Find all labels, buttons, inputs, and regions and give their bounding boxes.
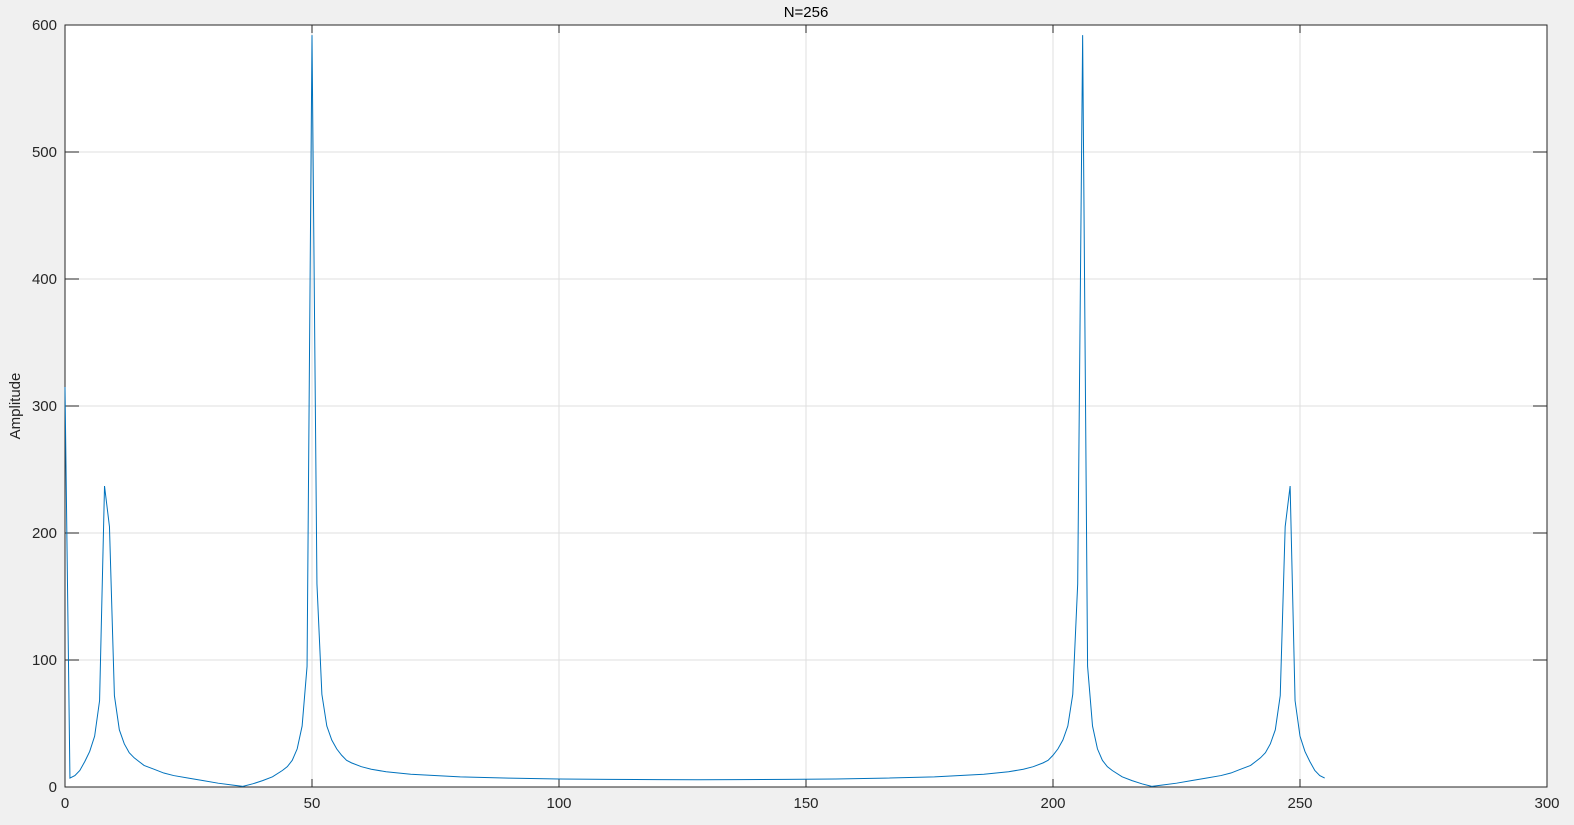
y-axis-label: Amplitude <box>7 373 24 440</box>
y-tick-label: 500 <box>32 144 57 161</box>
amplitude-line-chart: 0 50 100 150 200 250 300 0 100 200 300 400 500 600 N… <box>7 4 1560 812</box>
y-axis-tick-labels: 0 100 200 300 400 500 600 <box>32 17 57 796</box>
x-tick-label: 50 <box>304 795 321 812</box>
y-tick-label: 0 <box>49 779 57 796</box>
x-tick-label: 100 <box>546 795 571 812</box>
x-tick-label: 200 <box>1040 795 1065 812</box>
x-axis-tick-labels: 0 50 100 150 200 250 300 <box>61 795 1560 812</box>
y-tick-label: 200 <box>32 525 57 542</box>
x-tick-label: 250 <box>1287 795 1312 812</box>
y-tick-label: 100 <box>32 652 57 669</box>
figure-window: 0 50 100 150 200 250 300 0 100 200 300 400 500 600 N… <box>0 0 1574 820</box>
y-tick-label: 600 <box>32 17 57 34</box>
y-tick-label: 400 <box>32 271 57 288</box>
x-tick-label: 300 <box>1534 795 1559 812</box>
chart-title: N=256 <box>784 4 829 21</box>
x-tick-label: 0 <box>61 795 69 812</box>
x-tick-label: 150 <box>793 795 818 812</box>
y-tick-label: 300 <box>32 398 57 415</box>
